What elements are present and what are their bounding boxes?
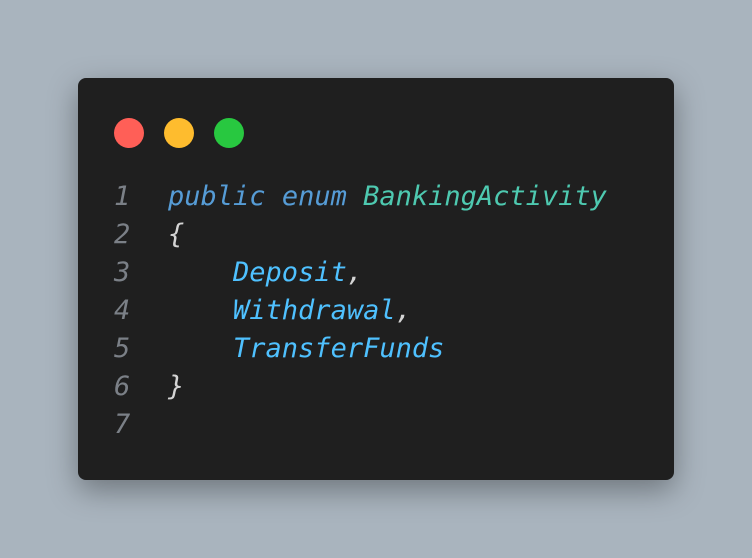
line-number: 3 [114, 257, 131, 288]
code-window: 1 public enum BankingActivity 2{3 Deposit,… [78, 78, 674, 480]
code-line: 6} [78, 368, 674, 406]
code-line: 1 public enum BankingActivity [78, 178, 674, 216]
code-token-punctuation [168, 295, 233, 326]
code-token-punctuation [168, 257, 233, 288]
code-token-punctuation [347, 181, 363, 212]
code-text: } [168, 368, 184, 406]
code-line: 7 [78, 406, 674, 444]
line-number: 4 [114, 295, 131, 326]
code-text: Deposit, [168, 254, 363, 292]
code-token-keyword: public [168, 181, 266, 212]
line-number: 7 [114, 409, 131, 440]
line-number: 2 [114, 219, 131, 250]
minimize-dot-icon[interactable] [164, 118, 194, 148]
line-number: 1 [114, 181, 131, 212]
code-token-member: Deposit [233, 257, 347, 288]
code-token-punctuation: , [346, 257, 364, 288]
code-text: TransferFunds [168, 330, 444, 368]
code-line: 2{ [78, 216, 674, 254]
code-token-type-name: BankingActivity [363, 181, 607, 212]
code-text: Withdrawal, [168, 292, 412, 330]
code-line: 3 Deposit, [78, 254, 674, 292]
code-token-punctuation: } [168, 371, 185, 402]
code-block: 1 public enum BankingActivity 2{3 Deposit,… [78, 178, 674, 444]
code-token-keyword: enum [281, 181, 347, 212]
line-number: 6 [114, 371, 131, 402]
code-token-punctuation [168, 333, 233, 364]
line-number: 5 [114, 333, 131, 364]
code-token-member: Withdrawal [233, 295, 396, 326]
code-text: { [168, 216, 184, 254]
code-text: public enum BankingActivity [168, 178, 607, 216]
code-token-punctuation: , [395, 295, 412, 326]
close-dot-icon[interactable] [114, 118, 144, 148]
code-line: 5 TransferFunds [78, 330, 674, 368]
maximize-dot-icon[interactable] [214, 118, 244, 148]
code-token-punctuation [266, 181, 282, 212]
code-token-punctuation: { [168, 219, 185, 250]
code-token-member: TransferFunds [233, 333, 445, 364]
code-line: 4 Withdrawal, [78, 292, 674, 330]
